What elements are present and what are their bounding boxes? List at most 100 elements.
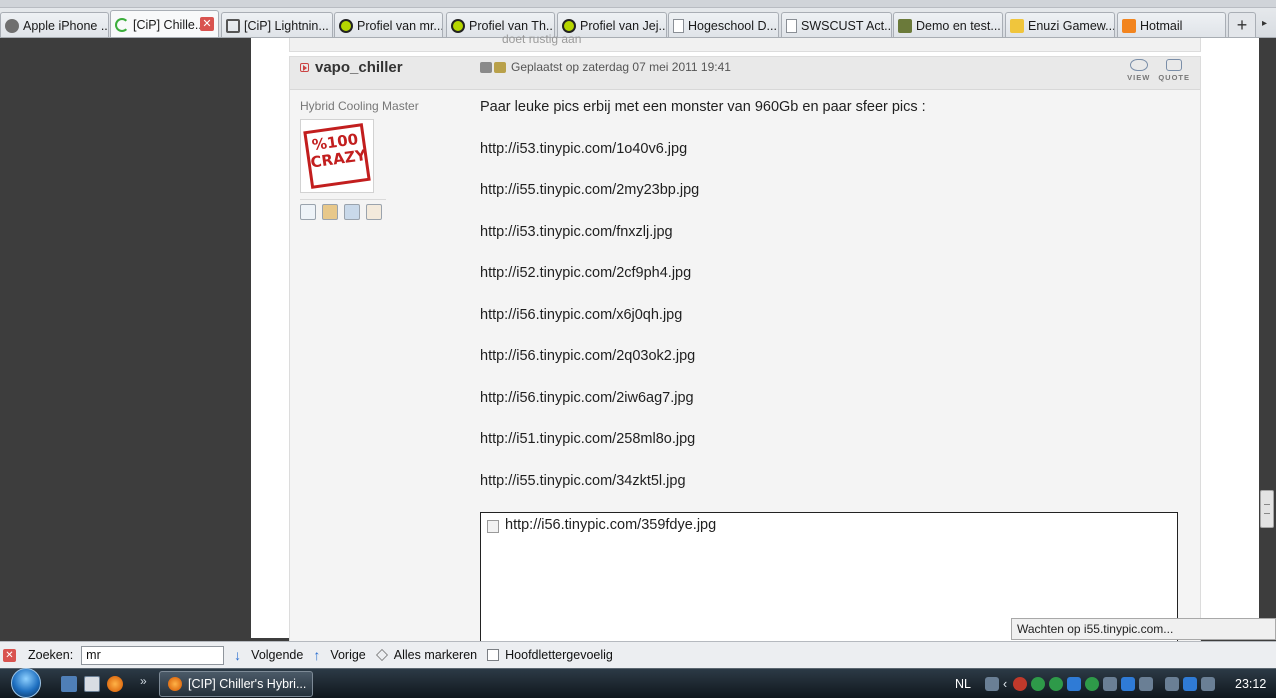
view-label: VIEW xyxy=(1127,73,1151,82)
tab-enuzi[interactable]: Enuzi Gamew... xyxy=(1005,12,1115,37)
tab-cip-lightning[interactable]: [CiP] Lightnin... xyxy=(221,12,333,37)
highlight-all-label: Alles markeren xyxy=(393,648,478,662)
post-status-icons xyxy=(480,61,506,73)
user-panel: Hybrid Cooling Master %100 CRAZY xyxy=(300,99,460,220)
wrench-favicon-icon xyxy=(226,18,240,33)
image-placeholder-url: http://i56.tinypic.com/359fdye.jpg xyxy=(505,517,717,533)
username-text[interactable]: vapo_chiller xyxy=(315,59,403,76)
find-previous-label: Vorige xyxy=(330,648,366,662)
forum-post: vapo_chiller Geplaatst op zaterdag 07 me… xyxy=(289,56,1201,652)
post-link[interactable]: http://i56.tinypic.com/2iw6ag7.jpg xyxy=(480,390,1190,410)
highlight-all-button[interactable]: Alles markeren xyxy=(375,648,478,662)
volume-icon[interactable] xyxy=(1201,677,1216,691)
broken-image-icon xyxy=(487,520,499,533)
find-input[interactable]: mr xyxy=(81,645,225,665)
post-link[interactable]: http://i53.tinypic.com/1o40v6.jpg xyxy=(480,141,1190,161)
loading-spinner-icon xyxy=(115,17,129,32)
post-author[interactable]: vapo_chiller xyxy=(300,59,403,76)
post-body: Paar leuke pics erbij met een monster va… xyxy=(480,99,1190,652)
display-icon[interactable] xyxy=(1121,677,1136,691)
tab-label: Apple iPhone ... xyxy=(23,18,109,33)
tab-hogeschool[interactable]: Hogeschool D... xyxy=(668,12,779,37)
previous-post-text: doet rustig aan xyxy=(502,32,582,46)
post-link[interactable]: http://i55.tinypic.com/2my23bp.jpg xyxy=(480,182,1190,202)
tab-hotmail[interactable]: Hotmail xyxy=(1117,12,1226,37)
tab-label: [CiP] Chille... xyxy=(133,17,206,32)
post-header: vapo_chiller Geplaatst op zaterdag 07 me… xyxy=(290,57,1200,90)
vertical-scrollbar[interactable] xyxy=(1259,38,1276,638)
tray-expand-icon[interactable]: ‹ xyxy=(1003,677,1007,691)
tab-label: SWSCUST Act... xyxy=(801,18,892,33)
antivirus-icon[interactable] xyxy=(1013,677,1028,691)
match-case-label: Hoofdlettergevoelig xyxy=(505,648,613,662)
close-find-bar-icon[interactable]: ✕ xyxy=(3,648,16,662)
quote-icon xyxy=(1166,59,1183,71)
taskbar: » [CIP] Chiller's Hybri... NL ‹ 23:12 xyxy=(0,668,1276,698)
firefox-quicklaunch-icon[interactable] xyxy=(107,676,123,692)
power-icon[interactable] xyxy=(1165,677,1180,691)
close-tab-icon[interactable]: ✕ xyxy=(200,17,214,31)
taskbar-window-button[interactable]: [CIP] Chiller's Hybri... xyxy=(159,671,313,697)
printer-icon xyxy=(480,61,492,73)
home-icon[interactable] xyxy=(366,204,382,220)
clock[interactable]: 23:12 xyxy=(1235,677,1266,691)
gallery-icon[interactable] xyxy=(322,204,338,220)
tray-app-icon[interactable] xyxy=(1049,677,1064,691)
cip-favicon-icon xyxy=(339,18,353,33)
cip-favicon-icon xyxy=(451,18,465,33)
switch-windows-icon[interactable] xyxy=(84,676,100,692)
apple-favicon-icon xyxy=(5,18,19,33)
tab-profiel-mr[interactable]: Profiel van mr... xyxy=(334,12,443,37)
post-date: Geplaatst op zaterdag 07 mei 2011 19:41 xyxy=(480,60,731,74)
profile-card-icon[interactable] xyxy=(300,204,316,220)
match-case-checkbox[interactable]: Hoofdlettergevoelig xyxy=(487,648,613,662)
bluetooth-icon[interactable] xyxy=(1067,677,1082,691)
document-icon[interactable] xyxy=(1139,677,1154,691)
quicklaunch-more-button[interactable]: » xyxy=(140,674,147,688)
keyboard-icon[interactable] xyxy=(984,677,999,691)
post-link[interactable]: http://i55.tinypic.com/34zkt5l.jpg xyxy=(480,473,1190,493)
tab-list-arrow-icon[interactable]: ▸ xyxy=(1262,18,1267,29)
user-rank: Hybrid Cooling Master xyxy=(300,99,419,113)
user-panel-divider xyxy=(300,199,386,200)
post-link[interactable]: http://i53.tinypic.com/fnxzlj.jpg xyxy=(480,224,1190,244)
post-intro-text: Paar leuke pics erbij met een monster va… xyxy=(480,99,926,115)
eye-icon xyxy=(1129,59,1148,71)
tray-app-icon[interactable] xyxy=(1103,677,1118,691)
avatar[interactable]: %100 CRAZY xyxy=(300,119,374,193)
toolbar-remnant xyxy=(0,0,1276,8)
network-icon[interactable] xyxy=(1183,677,1198,691)
users-icon[interactable] xyxy=(344,204,360,220)
firefox-icon xyxy=(168,677,182,691)
tray-app-icon[interactable] xyxy=(1085,677,1100,691)
find-bar: ✕ Zoeken: mr ↓ Volgende ↑ Vorige Alles m… xyxy=(0,641,1276,668)
cip-favicon-icon xyxy=(562,18,576,33)
post-link[interactable]: http://i51.tinypic.com/258ml8o.jpg xyxy=(480,431,1190,451)
post-link[interactable]: http://i56.tinypic.com/2q03ok2.jpg xyxy=(480,348,1190,368)
tab-swscust[interactable]: SWSCUST Act... xyxy=(781,12,892,37)
find-previous-button[interactable]: ↑ Vorige xyxy=(313,646,366,663)
arrow-up-icon: ↑ xyxy=(313,646,321,663)
taskbar-window-label: [CIP] Chiller's Hybri... xyxy=(188,677,307,691)
scrollbar-thumb[interactable] xyxy=(1260,490,1274,528)
utorrent-icon[interactable] xyxy=(1031,677,1046,691)
checkbox-box[interactable] xyxy=(487,649,500,661)
start-button[interactable] xyxy=(6,668,46,698)
tab-apple-iphone[interactable]: Apple iPhone ... xyxy=(0,12,109,37)
show-desktop-icon[interactable] xyxy=(61,676,77,692)
language-indicator[interactable]: NL xyxy=(955,677,971,691)
enuzi-favicon-icon xyxy=(1010,18,1024,33)
find-next-button[interactable]: ↓ Volgende xyxy=(234,648,304,663)
profile-arrow-icon[interactable] xyxy=(300,63,309,72)
post-link[interactable]: http://i56.tinypic.com/x6j0qh.jpg xyxy=(480,307,1190,327)
highlighter-icon xyxy=(375,649,388,661)
find-next-label: Volgende xyxy=(251,648,304,662)
tab-cip-chiller[interactable]: [CiP] Chille... ✕ xyxy=(110,10,219,37)
tab-demo-test[interactable]: Demo en test... xyxy=(893,12,1003,37)
game-favicon-icon xyxy=(898,18,912,33)
view-button[interactable]: VIEW xyxy=(1127,59,1150,82)
quote-button[interactable]: QUOTE xyxy=(1158,59,1190,82)
tab-label: [CiP] Lightnin... xyxy=(244,18,329,33)
new-tab-button[interactable]: + xyxy=(1228,12,1256,37)
post-link[interactable]: http://i52.tinypic.com/2cf9ph4.jpg xyxy=(480,265,1190,285)
